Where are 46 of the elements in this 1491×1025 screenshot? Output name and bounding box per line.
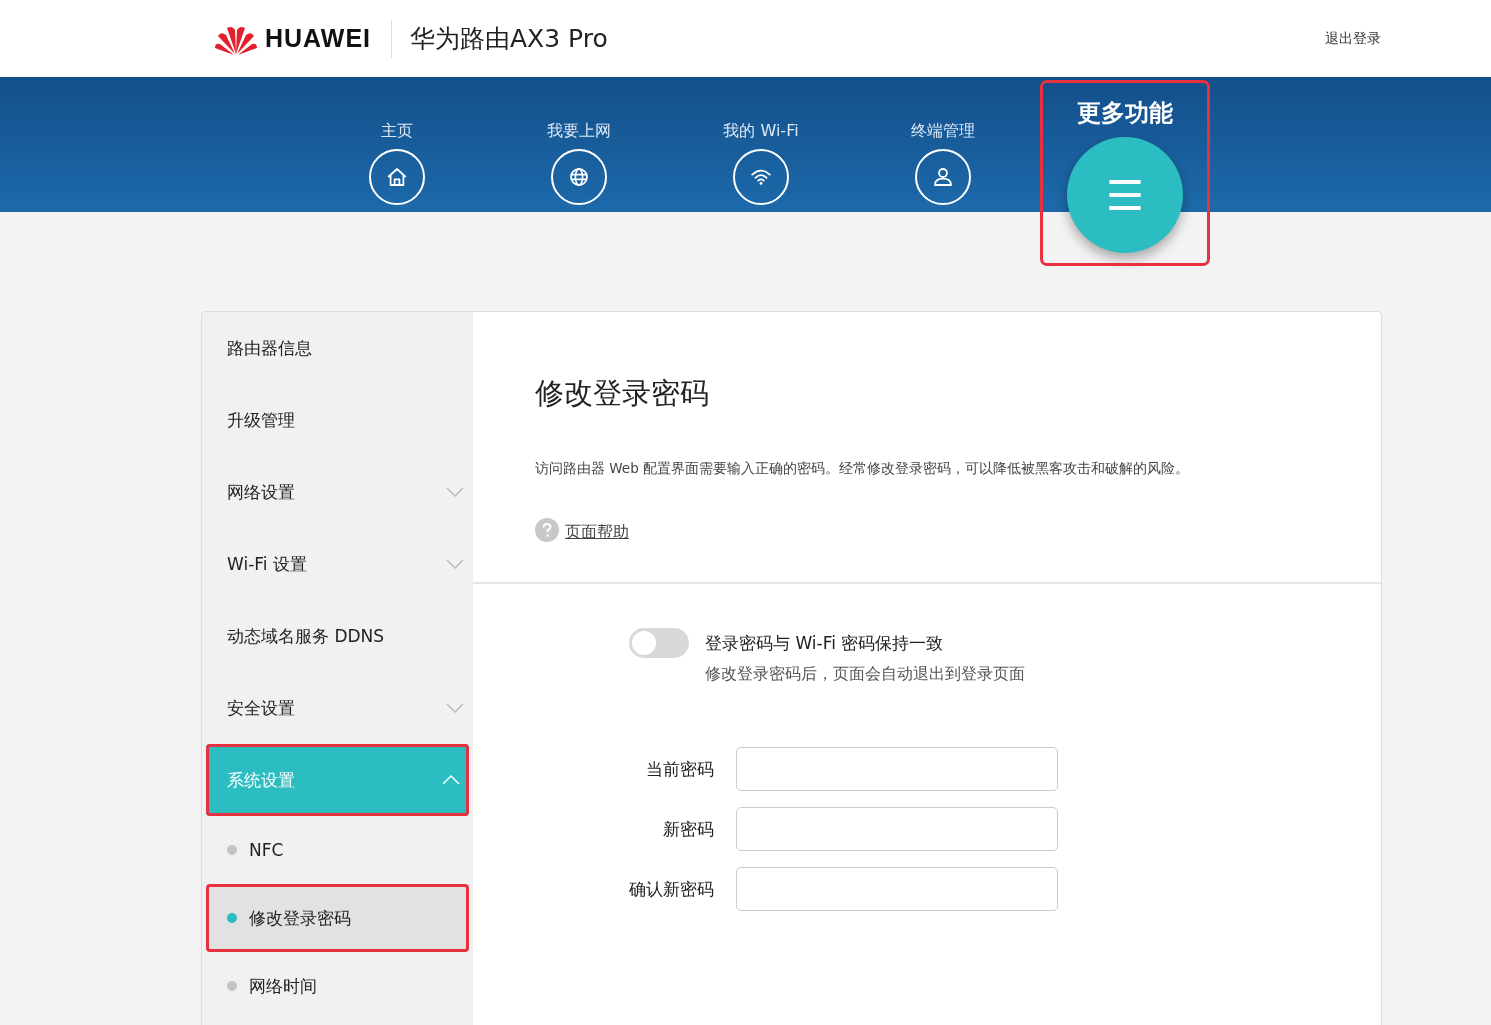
password-field[interactable] [736,807,1058,851]
sidebar-item[interactable]: 路由器信息 [202,312,473,384]
bullet-dot-icon [227,845,237,855]
nav-tab[interactable]: 更多功能 [1043,83,1207,263]
sidebar-item[interactable]: 安全设置 [202,672,473,744]
nav-tab[interactable]: 主页 [369,77,425,205]
chevron-down-icon [445,558,465,570]
toggle-switch[interactable] [629,628,689,658]
chevron-down-icon [445,486,465,498]
field-label: 当前密码 [645,757,714,781]
nav-tab[interactable]: 终端管理 [911,77,975,205]
sidebar-item[interactable]: 升级管理 [202,384,473,456]
field-label: 确认新密码 [628,877,714,901]
bullet-dot-icon [227,981,237,991]
password-field[interactable] [736,747,1058,791]
sidebar-subitem[interactable]: 网络时间 [202,952,473,1020]
brand-name: HUAWEI [265,24,371,53]
sidebar-item[interactable]: Wi-Fi 设置 [202,528,473,600]
password-field[interactable] [736,867,1058,911]
chevron-down-icon [445,702,465,714]
field-label: 新密码 [662,817,714,841]
sidebar-subitem-label: 网络时间 [249,974,317,998]
toggle-note: 修改登录密码后，页面会自动退出到登录页面 [705,664,1025,685]
sidebar-item-label: 网络设置 [227,480,295,504]
sidebar-item-label: 系统设置 [227,768,295,792]
sidebar-subitem-label: 修改登录密码 [249,906,351,930]
sidebar-subitem-label: NFC [249,840,284,860]
logout-link[interactable]: 退出登录 [1325,29,1381,48]
sidebar-item[interactable]: 网络设置 [202,456,473,528]
chevron-up-icon [441,774,461,786]
sidebar-item-label: 路由器信息 [227,336,312,360]
page-description: 访问路由器 Web 配置界面需要输入正确的密码。经常修改登录密码，可以降低被黑客攻击和破解的风险。 [535,460,1190,478]
product-title: 华为路由AX3 Pro [410,23,608,55]
nav-tab[interactable]: 我要上网 [547,77,611,205]
sidebar-subitem[interactable]: 修改登录密码 [206,884,469,952]
bullet-dot-icon [227,913,237,923]
sidebar-subitem[interactable]: NFC [202,816,473,884]
sidebar-item-label: 动态域名服务 DDNS [227,624,385,648]
sidebar-item-label: 升级管理 [227,408,295,432]
help-link[interactable]: 页面帮助 [565,521,629,543]
nav-tab[interactable]: 我的 Wi-Fi [723,77,799,205]
sidebar-item-label: 安全设置 [227,696,295,720]
sidebar-item[interactable]: 动态域名服务 DDNS [202,600,473,672]
toggle-label: 登录密码与 Wi-Fi 密码保持一致 [705,632,945,655]
sidebar-item-label: Wi-Fi 设置 [227,552,307,576]
page-title: 修改登录密码 [535,375,710,412]
